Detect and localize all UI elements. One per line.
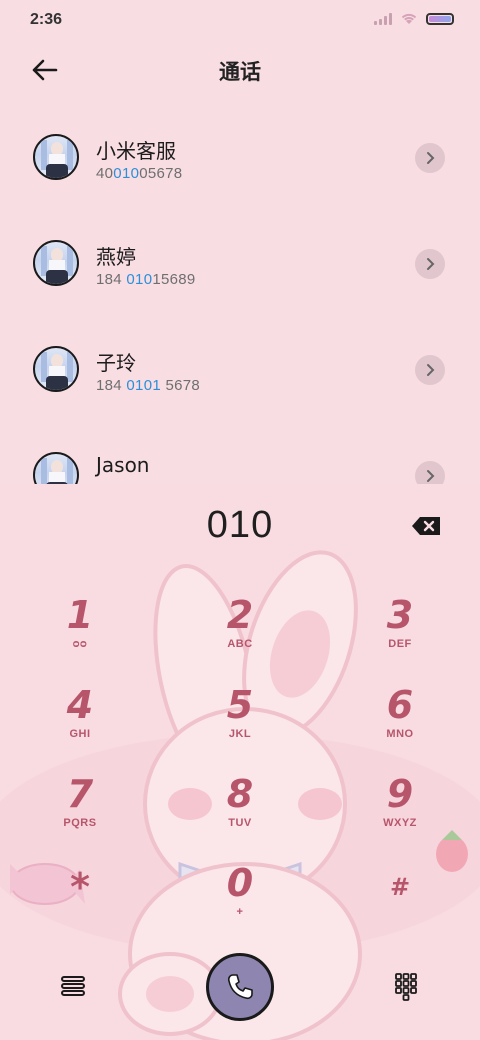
bottom-bar — [0, 950, 480, 1030]
dial-key-6[interactable]: 6 MNO — [345, 684, 455, 762]
avatar — [33, 240, 79, 286]
contact-name: 小米客服 — [96, 139, 176, 163]
contact-detail-button[interactable] — [415, 143, 445, 173]
chevron-right-icon — [427, 152, 435, 164]
contact-detail-button[interactable] — [415, 461, 445, 484]
battery-icon — [426, 13, 454, 25]
contact-name: 燕婷 — [96, 245, 136, 269]
call-button[interactable] — [206, 953, 274, 1021]
avatar — [33, 134, 79, 180]
contact-number: 4001005678 — [96, 165, 183, 182]
header: 通话 — [0, 48, 480, 92]
phone-icon — [227, 974, 253, 1000]
chevron-right-icon — [427, 364, 435, 376]
backspace-icon[interactable] — [411, 514, 443, 538]
dial-key-0[interactable]: 0 + — [185, 862, 295, 940]
contact-detail-button[interactable] — [415, 249, 445, 279]
page-title: 通话 — [219, 60, 261, 84]
dial-key-5[interactable]: 5 JKL — [185, 684, 295, 762]
status-bar: 2:36 — [0, 0, 480, 40]
dial-key-3[interactable]: 3 DEF — [345, 594, 455, 672]
menu-icon[interactable] — [58, 972, 88, 1000]
avatar — [33, 452, 79, 484]
contact-number: 184 0101 5678 — [96, 377, 201, 394]
contact-detail-button[interactable] — [415, 355, 445, 385]
dial-key-4[interactable]: 4 GHI — [25, 684, 135, 762]
keypad-icon[interactable] — [392, 970, 420, 1002]
contact-number: 184 01015689 — [96, 271, 196, 288]
dial-key-hash[interactable]: # — [345, 866, 455, 944]
contact-row[interactable]: 子玲 184 0101 5678 — [0, 322, 480, 422]
dial-key-7[interactable]: 7 PQRS — [25, 773, 135, 851]
wifi-icon — [401, 13, 417, 24]
dial-key-1[interactable]: 1 ᴑᴑ — [25, 594, 135, 672]
chevron-right-icon — [427, 470, 435, 482]
dial-key-8[interactable]: 8 TUV — [185, 773, 295, 851]
contact-name: Jason — [96, 453, 150, 477]
dial-key-star[interactable]: * — [25, 866, 135, 944]
contact-row[interactable]: 小米客服 4001005678 — [0, 110, 480, 210]
chevron-right-icon — [427, 258, 435, 270]
status-icons — [374, 13, 454, 25]
contact-name: 子玲 — [96, 351, 136, 375]
contact-row[interactable]: 燕婷 184 01015689 — [0, 216, 480, 316]
contact-list: 小米客服 4001005678 燕婷 184 01015689 子玲 184 0… — [0, 110, 480, 484]
dial-key-2[interactable]: 2 ABC — [185, 594, 295, 672]
status-time: 2:36 — [30, 11, 63, 28]
dial-input-display[interactable]: 010 — [0, 504, 480, 547]
voicemail-icon: ᴑᴑ — [72, 638, 88, 650]
avatar — [33, 346, 79, 392]
contact-row[interactable]: Jason — [0, 428, 480, 484]
dial-key-9[interactable]: 9 WXYZ — [345, 773, 455, 851]
signal-icon — [374, 13, 392, 25]
